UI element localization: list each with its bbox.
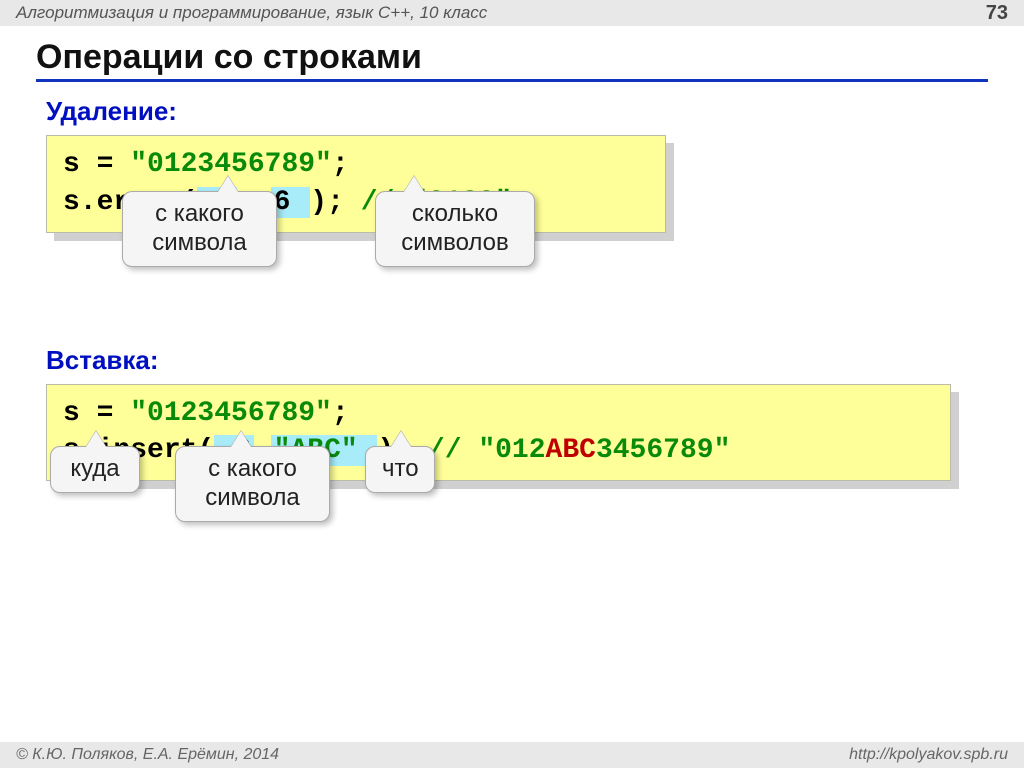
section-insert-label: Вставка: xyxy=(46,345,988,376)
footer-url: http://kpolyakov.spb.ru xyxy=(849,746,1008,764)
slide-content: Операции со строками Удаление: s = "0123… xyxy=(0,26,1024,481)
callout-what: что xyxy=(365,446,435,493)
course-label: Алгоритмизация и программирование, язык … xyxy=(16,3,487,23)
page-number: 73 xyxy=(986,2,1008,25)
code-line: s = "0123456789"; xyxy=(63,395,934,433)
page-title: Операции со строками xyxy=(36,38,988,82)
callout-from-which-char-2: с какого символа xyxy=(175,446,330,522)
callout-from-which-char: с какого символа xyxy=(122,191,277,267)
footer-authors: © К.Ю. Поляков, Е.А. Ерёмин, 2014 xyxy=(16,746,279,764)
callout-how-many-chars: сколько символов xyxy=(375,191,535,267)
section-deletion-label: Удаление: xyxy=(46,96,988,127)
code-line: s = "0123456789"; xyxy=(63,146,649,184)
footer-bar: © К.Ю. Поляков, Е.А. Ерёмин, 2014 http:/… xyxy=(0,742,1024,768)
callout-where: куда xyxy=(50,446,140,493)
header-bar: Алгоритмизация и программирование, язык … xyxy=(0,0,1024,26)
